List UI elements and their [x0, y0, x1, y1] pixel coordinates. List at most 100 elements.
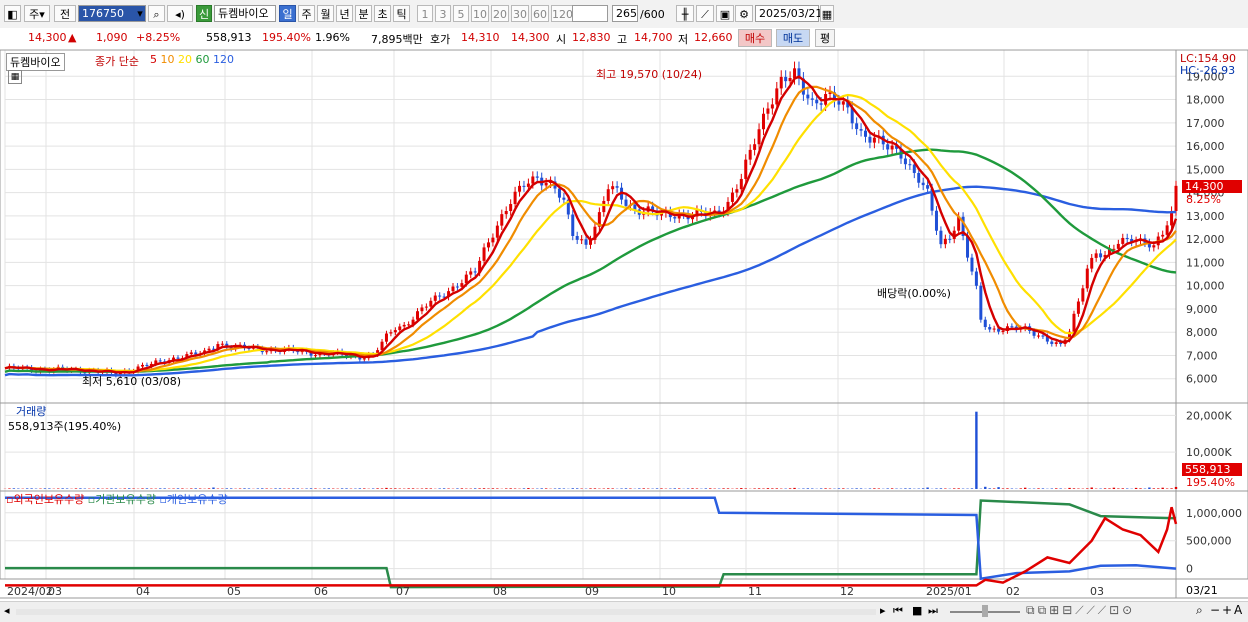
- line-chart-icon[interactable]: ⟋: [696, 5, 714, 22]
- sell-button[interactable]: 매도: [776, 29, 810, 47]
- interval-10[interactable]: 10: [471, 5, 489, 22]
- interval-1[interactable]: 1: [417, 5, 433, 22]
- candle-body: [571, 215, 574, 236]
- candle-body: [1072, 314, 1075, 332]
- price-y-tick: 9,000: [1186, 303, 1218, 316]
- ask-label: 호가: [430, 31, 450, 47]
- period-1[interactable]: 주: [298, 5, 315, 22]
- period-3[interactable]: 년: [336, 5, 353, 22]
- quote-bar: 14,300 ▲ 1,090 +8.25% 558,913 195.40% 1.…: [0, 28, 1248, 50]
- candle-icon[interactable]: ╫: [676, 5, 694, 22]
- ma-line-60: [5, 150, 1176, 372]
- quote-change-pct: +8.25%: [136, 31, 180, 44]
- toolbar: ◧ 주▾ 전 176750 ▾ ⌕ ◂) 신 듀켐바이오 일주월년분초틱 135…: [0, 0, 1248, 29]
- save-icon[interactable]: ▣: [716, 5, 734, 22]
- volume-bar: [1091, 488, 1093, 489]
- volume-bar: [745, 488, 747, 489]
- ma-line-5: [5, 77, 1176, 373]
- date-input[interactable]: 2025/03/21: [755, 5, 819, 22]
- volume-bar: [132, 488, 134, 489]
- volume-bar: [860, 488, 862, 489]
- period-4[interactable]: 분: [355, 5, 372, 22]
- interval-20[interactable]: 20: [491, 5, 509, 22]
- buy-button[interactable]: 매수: [738, 29, 772, 47]
- table-icon[interactable]: ▦: [8, 70, 22, 84]
- rewind-icon[interactable]: ⏮: [893, 604, 903, 618]
- gear-icon[interactable]: ⚙: [735, 5, 753, 22]
- candle-body: [602, 201, 605, 212]
- candle-body: [451, 287, 454, 292]
- ma-legend-20: 20: [178, 53, 196, 66]
- zoom-out-icon[interactable]: ⌕: [1196, 603, 1203, 618]
- volume-bar: [430, 488, 432, 489]
- interval-5[interactable]: 5: [453, 5, 469, 22]
- candle-body: [735, 189, 738, 192]
- count-input[interactable]: 265: [612, 5, 638, 22]
- interval-120[interactable]: 120: [551, 5, 573, 22]
- volume-bar: [722, 488, 724, 489]
- volume-bar: [1037, 488, 1039, 489]
- candle-body: [1099, 253, 1102, 257]
- volume-bar: [629, 488, 631, 489]
- horizontal-scrollbar[interactable]: [16, 609, 876, 615]
- volume-bar: [44, 488, 46, 489]
- ma-legend-5: 5: [150, 53, 161, 66]
- candle-body: [416, 311, 419, 319]
- interval-3[interactable]: 3: [435, 5, 451, 22]
- volume-bar: [558, 488, 560, 489]
- forward-icon[interactable]: ⏭: [928, 604, 938, 618]
- candle-body: [536, 176, 539, 177]
- ma-title: 종가 단순: [95, 53, 139, 69]
- plus-icon[interactable]: +: [1222, 603, 1232, 617]
- stop-icon[interactable]: ■: [912, 604, 922, 617]
- volume-bar: [607, 488, 609, 489]
- zoom-slider-handle[interactable]: [982, 605, 988, 617]
- chevron-down-icon[interactable]: ▾: [134, 5, 146, 22]
- candle-body: [922, 183, 925, 185]
- price-y-tick: 13,000: [1186, 210, 1225, 223]
- font-size-icon[interactable]: A: [1234, 603, 1242, 617]
- empty-select[interactable]: [572, 5, 608, 22]
- candle-body: [1002, 331, 1005, 332]
- volume-bar: [13, 488, 15, 489]
- calendar-icon[interactable]: ▦: [820, 5, 834, 22]
- volume-bar: [984, 487, 986, 489]
- volume-bar: [753, 488, 755, 489]
- volume-bar: [589, 488, 591, 489]
- volume-bar: [328, 488, 330, 489]
- foreign-holdings-line: [5, 507, 1176, 585]
- period-5[interactable]: 초: [374, 5, 391, 22]
- chart-svg[interactable]: 19,00018,00017,00016,00015,00014,00013,0…: [0, 50, 1248, 602]
- period-6[interactable]: 틱: [393, 5, 410, 22]
- volume-bar: [691, 488, 693, 489]
- candle-body: [784, 77, 787, 81]
- x-tick-label: 02: [1006, 585, 1020, 598]
- period-0[interactable]: 일: [279, 5, 296, 22]
- scroll-left-icon[interactable]: ◂: [4, 604, 10, 617]
- period-2[interactable]: 월: [317, 5, 334, 22]
- drawing-tools-icons[interactable]: ⧉⧉⊞⊟⟋⟋⟋⊡⊙: [1026, 603, 1135, 618]
- candle-body: [208, 349, 211, 351]
- chart-area[interactable]: 19,00018,00017,00016,00015,00014,00013,0…: [0, 50, 1248, 602]
- scroll-right-icon[interactable]: ▸: [880, 604, 886, 617]
- type-select[interactable]: 주▾: [24, 5, 50, 22]
- count-total: /600: [640, 8, 665, 21]
- volume-bar: [212, 488, 214, 489]
- volume-bar: [8, 488, 10, 489]
- volume-pct-tag: 195.40%: [1186, 476, 1235, 489]
- candle-body: [913, 165, 916, 173]
- candle-body: [1095, 253, 1098, 258]
- interval-30[interactable]: 30: [511, 5, 529, 22]
- prev-button[interactable]: 전: [54, 5, 76, 22]
- candle-body: [456, 287, 459, 288]
- minus-icon[interactable]: −: [1210, 603, 1220, 617]
- candle-body: [265, 351, 268, 352]
- eval-button[interactable]: 평: [815, 29, 835, 47]
- chart-menu-icon[interactable]: ◧: [4, 5, 21, 22]
- volume-bar: [190, 488, 192, 489]
- volume-bar: [128, 488, 130, 489]
- speaker-icon[interactable]: ◂): [167, 5, 193, 22]
- interval-60[interactable]: 60: [531, 5, 549, 22]
- search-icon[interactable]: ⌕: [148, 5, 165, 22]
- volume-bar: [181, 488, 183, 489]
